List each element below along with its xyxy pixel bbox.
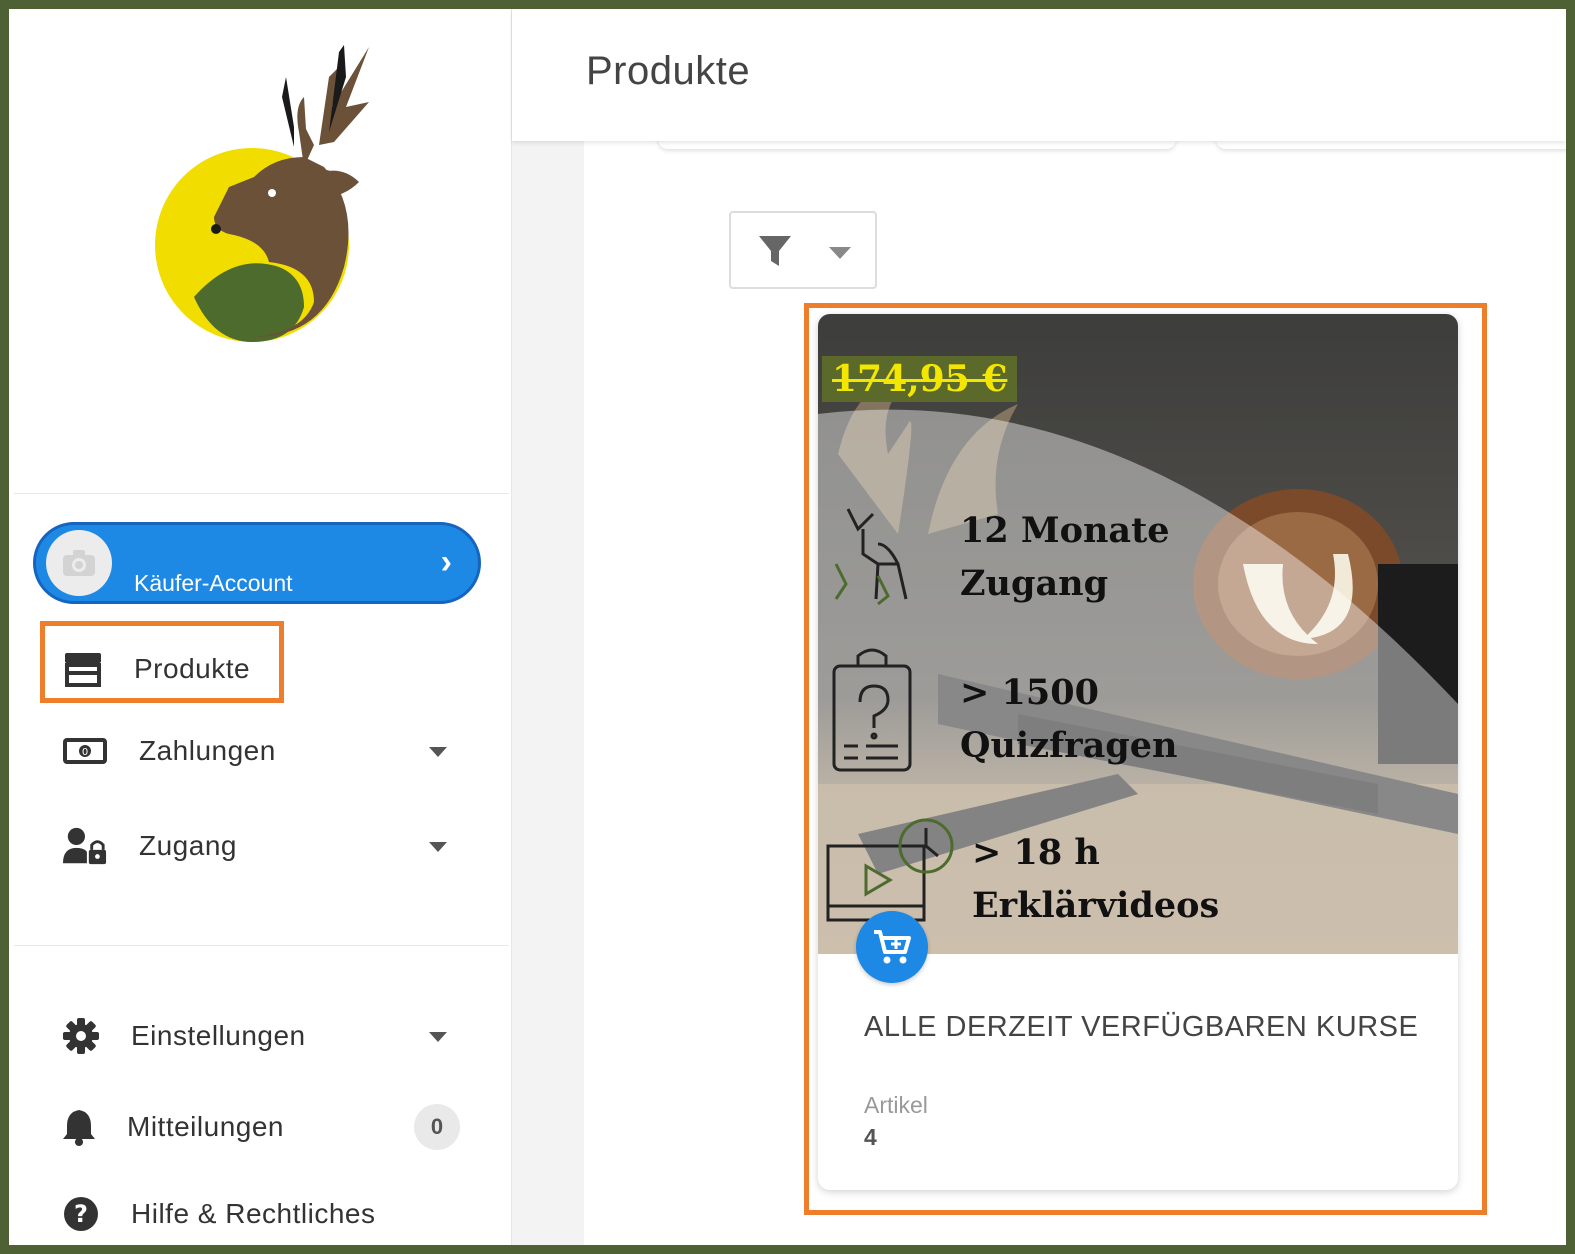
sidebar-item-label: Zahlungen — [139, 735, 276, 766]
sidebar-item-label: Einstellungen — [131, 1020, 306, 1051]
sidebar-item-hilfe[interactable]: ? Hilfe & Rechtliches — [9, 1179, 509, 1245]
chevron-down-icon — [829, 247, 851, 259]
chevron-down-icon — [429, 842, 447, 852]
sidebar-item-label: Zugang — [139, 830, 237, 861]
chevron-down-icon — [429, 1032, 447, 1042]
chevron-down-icon — [429, 747, 447, 757]
sidebar-item-zahlungen[interactable]: 0 Zahlungen — [9, 716, 509, 786]
sidebar-divider — [14, 945, 509, 946]
filter-icon — [759, 236, 791, 266]
top-bar: Produkte — [512, 9, 1566, 141]
page-title: Produkte — [586, 49, 751, 93]
chevron-right-icon: › — [440, 543, 452, 581]
sidebar-item-label: Mitteilungen — [127, 1111, 284, 1142]
filter-button[interactable] — [729, 211, 877, 289]
product-highlight-box — [804, 303, 1487, 1215]
sidebar-item-zugang[interactable]: Zugang — [9, 811, 509, 881]
avatar — [46, 530, 112, 596]
sidebar-item-mitteilungen[interactable]: Mitteilungen 0 — [9, 1092, 509, 1162]
question-circle-icon: ? — [59, 1194, 103, 1234]
svg-text:0: 0 — [82, 747, 88, 758]
sidebar-divider — [14, 493, 509, 494]
account-button[interactable]: Käufer-Account › — [33, 522, 481, 604]
screenshot-frame: Käufer-Account › Produkte 0 Zahlungen Zu… — [0, 0, 1575, 1254]
bell-icon — [57, 1107, 101, 1147]
sidebar-item-label: Hilfe & Rechtliches — [131, 1198, 376, 1229]
sidebar: Käufer-Account › Produkte 0 Zahlungen Zu… — [9, 9, 512, 1245]
svg-text:?: ? — [74, 1200, 88, 1228]
notification-count-badge: 0 — [414, 1104, 460, 1150]
deer-logo — [155, 45, 369, 342]
produkte-highlight-box — [40, 621, 284, 703]
user-lock-icon — [63, 826, 107, 866]
sidebar-item-einstellungen[interactable]: Einstellungen — [9, 1001, 509, 1071]
money-icon: 0 — [63, 731, 107, 771]
camera-icon — [63, 550, 95, 576]
account-label: Käufer-Account — [134, 570, 293, 596]
gear-icon — [59, 1016, 103, 1056]
